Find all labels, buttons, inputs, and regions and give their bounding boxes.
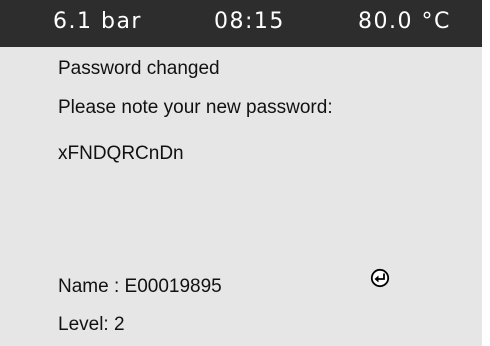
pressure-readout: 6.1 bar (53, 9, 142, 34)
message-note: Please note your new password: (58, 97, 333, 118)
user-level: Level: 2 (58, 314, 125, 335)
user-name: Name : E00019895 (58, 276, 222, 297)
display-screen: 6.1 bar 08:15 80.0 °C Password changed P… (0, 0, 482, 346)
status-bar: 6.1 bar 08:15 80.0 °C (0, 0, 482, 47)
message-title: Password changed (58, 58, 220, 79)
clock: 08:15 (214, 9, 285, 34)
new-password: xFNDQRCnDn (58, 143, 184, 164)
temperature-readout: 80.0 °C (358, 9, 451, 34)
enter-icon[interactable] (370, 268, 390, 288)
